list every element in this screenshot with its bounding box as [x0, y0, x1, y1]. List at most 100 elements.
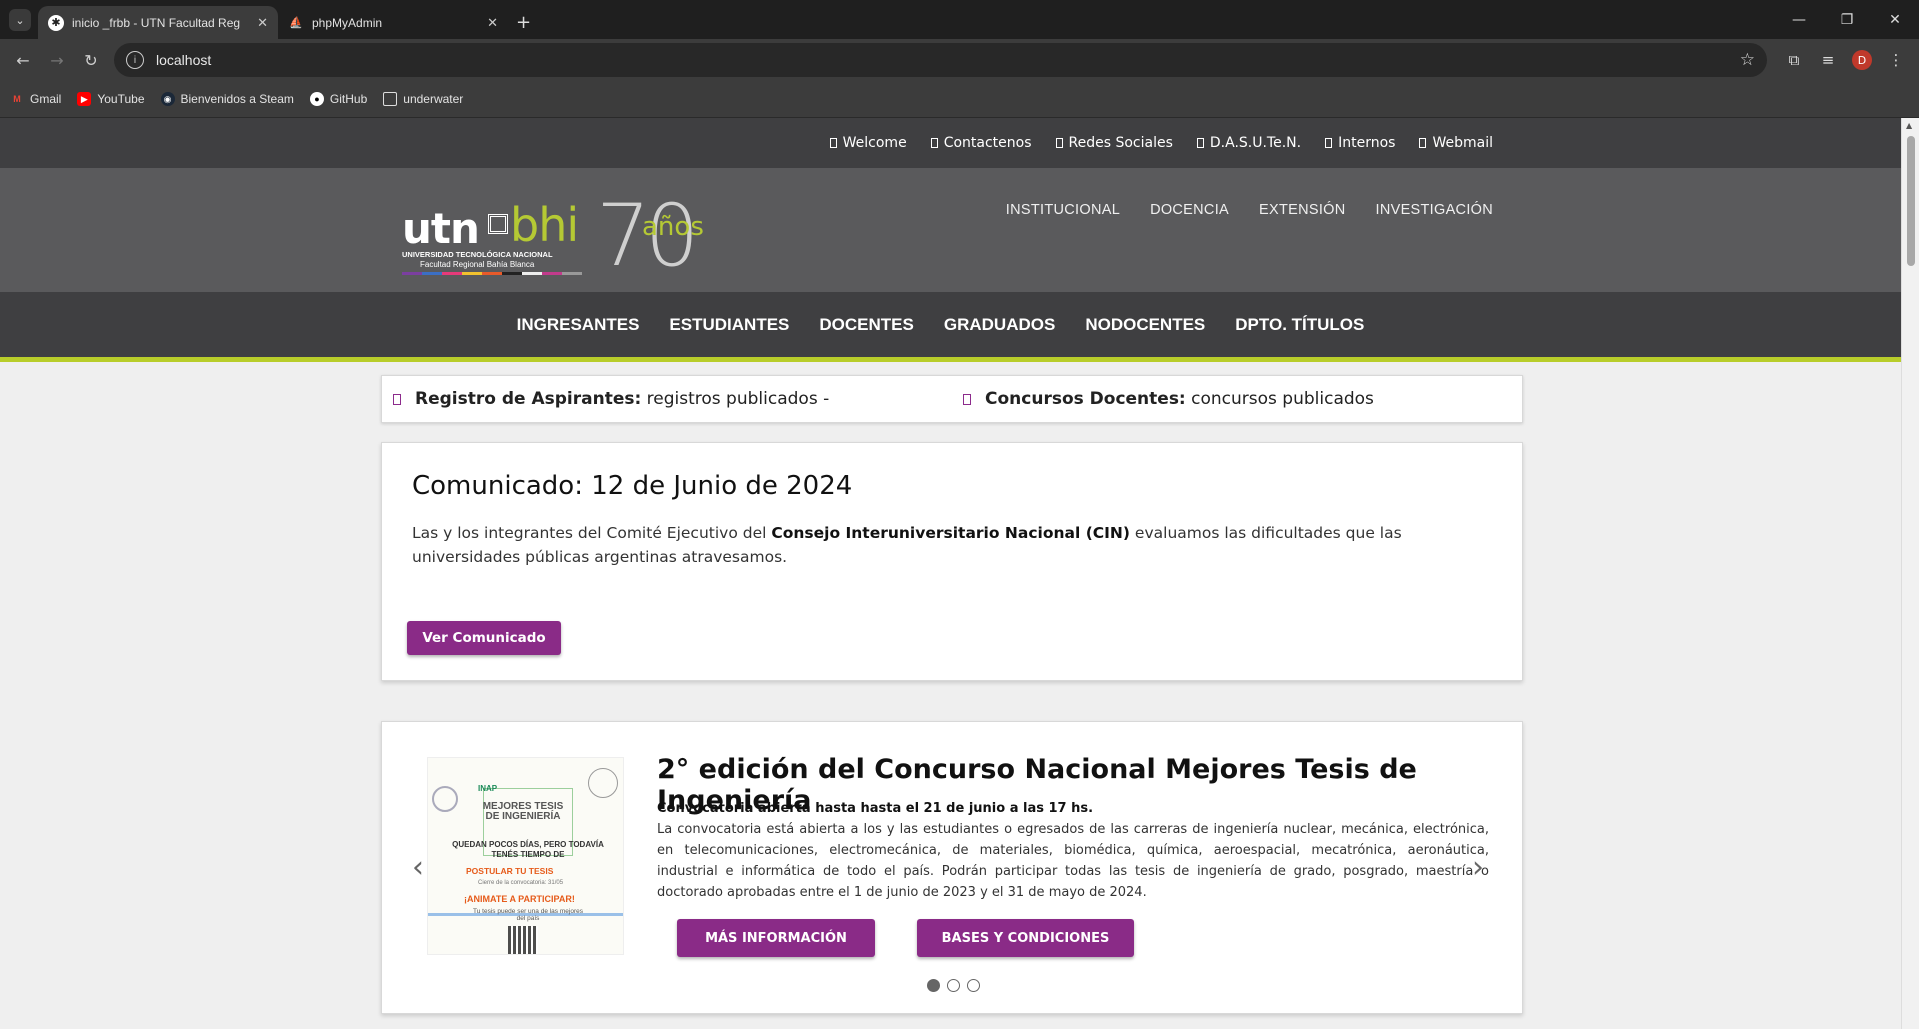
tab-utn[interactable]: ✱ inicio _frbb - UTN Facultad Reg ✕: [38, 6, 278, 39]
logo-faculty-name: Facultad Regional Bahía Blanca: [420, 260, 535, 269]
mas-informacion-button[interactable]: MÁS INFORMACIÓN: [677, 919, 875, 957]
toplink-welcome[interactable]: Welcome: [829, 135, 907, 151]
nav-graduados[interactable]: GRADUADOS: [944, 315, 1055, 335]
poster-line: QUEDAN POCOS DÍAS, PERO TODAVÍA TENÉS TI…: [452, 840, 604, 859]
tesis-poster-image[interactable]: INAP MEJORES TESIS DE INGENIERÍA QUEDAN …: [427, 757, 624, 955]
square-icon: [393, 393, 401, 405]
bookmark-star-icon[interactable]: ☆: [1740, 50, 1755, 70]
ver-comunicado-button[interactable]: Ver Comunicado: [407, 621, 561, 655]
carousel-dot[interactable]: [927, 979, 940, 992]
ticker-label: Registro de Aspirantes:: [415, 389, 642, 409]
slide-subtitle: Convocatoria abierta hasta hasta el 21 d…: [657, 801, 1094, 816]
tab-title: phpMyAdmin: [312, 15, 383, 30]
toplink-label: Welcome: [842, 135, 907, 151]
back-icon[interactable]: ←: [8, 45, 38, 75]
ticker-text: concursos publicados: [1191, 389, 1374, 409]
toplink-redes-sociales[interactable]: Redes Sociales: [1055, 135, 1173, 151]
square-icon: [1325, 138, 1333, 148]
comunicado-card: Comunicado: 12 de Junio de 2024 Las y lo…: [381, 442, 1523, 681]
url-text: localhost: [156, 52, 212, 68]
poster-line: ¡ANIMATE A PARTICIPAR!: [464, 894, 575, 904]
nav-institucional[interactable]: INSTITUCIONAL: [1006, 202, 1120, 218]
poster-decoration: [588, 768, 618, 798]
carousel-dots: [927, 979, 980, 992]
slide-body: La convocatoria está abierta a los y las…: [657, 822, 1489, 900]
ticker-text: registros publicados -: [646, 389, 830, 409]
poster-title: MEJORES TESIS DE INGENIERÍA: [482, 801, 564, 822]
toplink-label: Redes Sociales: [1068, 135, 1173, 151]
toplink-contactenos[interactable]: Contactenos: [930, 135, 1032, 151]
nav-dpto-titulos[interactable]: DPTO. TÍTULOS: [1235, 315, 1364, 335]
restore-icon[interactable]: ❐: [1823, 0, 1871, 39]
profile-button[interactable]: D: [1847, 45, 1877, 75]
nav-estudiantes[interactable]: ESTUDIANTES: [669, 315, 789, 335]
carousel-prev-icon[interactable]: ‹: [412, 850, 424, 885]
news-ticker: Registro de Aspirantes: registros public…: [381, 375, 1523, 423]
toplink-webmail[interactable]: Webmail: [1419, 135, 1493, 151]
minimize-icon[interactable]: —: [1775, 0, 1823, 39]
scrollbar-thumb[interactable]: [1907, 136, 1915, 266]
toplink-dasuten[interactable]: D.A.S.U.Te.N.: [1196, 135, 1301, 151]
bookmark-steam[interactable]: ◉ Bienvenidos a Steam: [160, 92, 294, 106]
bookmark-label: YouTube: [97, 92, 145, 106]
comunicado-text-part: Las y los integrantes del Comité Ejecuti…: [412, 524, 772, 542]
nav-docentes[interactable]: DOCENTES: [819, 315, 913, 335]
media-control-icon[interactable]: ≡: [1813, 45, 1843, 75]
square-icon: [1419, 138, 1427, 148]
reload-icon[interactable]: ↻: [76, 45, 106, 75]
logo-utn-text: utn: [402, 204, 480, 253]
ticker-item-registro[interactable]: Registro de Aspirantes: registros public…: [382, 389, 952, 409]
utn-bhi-70-logo[interactable]: utn bhi 70 años UNIVERSIDAD TECNOLÓGICA …: [400, 186, 730, 286]
bookmarks-bar: M Gmail ▶ YouTube ◉ Bienvenidos a Steam ● Gi…: [0, 81, 1919, 118]
bookmark-label: Bienvenidos a Steam: [180, 92, 294, 106]
carousel-dot[interactable]: [967, 979, 980, 992]
utn-favicon-icon: ✱: [48, 14, 64, 31]
extensions-icon[interactable]: ⧉: [1779, 45, 1809, 75]
bookmark-gmail[interactable]: M Gmail: [10, 92, 61, 106]
nav-ingresantes[interactable]: INGRESANTES: [517, 315, 640, 335]
toplink-internos[interactable]: Internos: [1325, 135, 1395, 151]
bookmark-youtube[interactable]: ▶ YouTube: [77, 92, 145, 106]
top-links-bar: Welcome Contactenos Redes Sociales D.A.S…: [0, 118, 1901, 168]
bases-condiciones-button[interactable]: BASES Y CONDICIONES: [917, 919, 1134, 957]
square-icon: [1055, 138, 1063, 148]
close-icon[interactable]: ✕: [257, 15, 268, 31]
youtube-icon: ▶: [77, 92, 92, 106]
phpmyadmin-favicon-icon: ⛵: [289, 17, 303, 29]
comunicado-title: Comunicado: 12 de Junio de 2024: [412, 471, 853, 501]
logo-color-bar: [402, 272, 582, 275]
close-icon[interactable]: ✕: [487, 15, 498, 31]
bookmark-github[interactable]: ● GitHub: [309, 92, 368, 106]
forward-icon[interactable]: →: [42, 45, 72, 75]
bookmark-label: GitHub: [329, 92, 368, 106]
square-icon: [930, 138, 938, 148]
avatar: D: [1852, 50, 1872, 70]
nav-docencia[interactable]: DOCENCIA: [1150, 202, 1229, 218]
carousel-dot[interactable]: [947, 979, 960, 992]
bookmark-underwater[interactable]: underwater: [383, 92, 463, 106]
main-nav: INGRESANTES ESTUDIANTES DOCENTES GRADUAD…: [0, 292, 1901, 362]
poster-brand: INAP: [478, 784, 498, 793]
menu-kebab-icon[interactable]: ⋮: [1881, 45, 1911, 75]
page-scrollbar[interactable]: ▲: [1901, 118, 1919, 1029]
nav-nodocentes[interactable]: NODOCENTES: [1085, 315, 1205, 335]
poster-line: Cierre de la convocatoria: 31/05: [478, 880, 564, 886]
web-page: Welcome Contactenos Redes Sociales D.A.S…: [0, 118, 1901, 1029]
news-carousel: INAP MEJORES TESIS DE INGENIERÍA QUEDAN …: [381, 721, 1523, 1014]
site-info-icon[interactable]: i: [126, 51, 144, 69]
tab-phpmyadmin[interactable]: ⛵ phpMyAdmin ✕: [278, 6, 508, 39]
scroll-up-icon[interactable]: ▲: [1906, 121, 1912, 130]
steam-icon: ◉: [160, 92, 175, 106]
close-window-icon[interactable]: ✕: [1871, 0, 1919, 39]
new-tab-button[interactable]: +: [516, 12, 531, 33]
browser-toolbar: ← → ↻ i localhost ☆ ⧉ ≡ D ⋮: [0, 39, 1919, 81]
nav-extension[interactable]: EXTENSIÓN: [1259, 202, 1346, 218]
square-icon: [1196, 138, 1204, 148]
logo-university-name: UNIVERSIDAD TECNOLÓGICA NACIONAL: [402, 250, 553, 259]
ticker-item-concursos[interactable]: Concursos Docentes: concursos publicados: [952, 389, 1522, 409]
logo-anios-text: años: [642, 212, 704, 242]
tab-search-button[interactable]: ⌄: [9, 9, 31, 31]
github-icon: ●: [309, 92, 324, 106]
nav-investigacion[interactable]: INVESTIGACIÓN: [1376, 202, 1494, 218]
address-bar[interactable]: i localhost ☆: [114, 43, 1767, 77]
